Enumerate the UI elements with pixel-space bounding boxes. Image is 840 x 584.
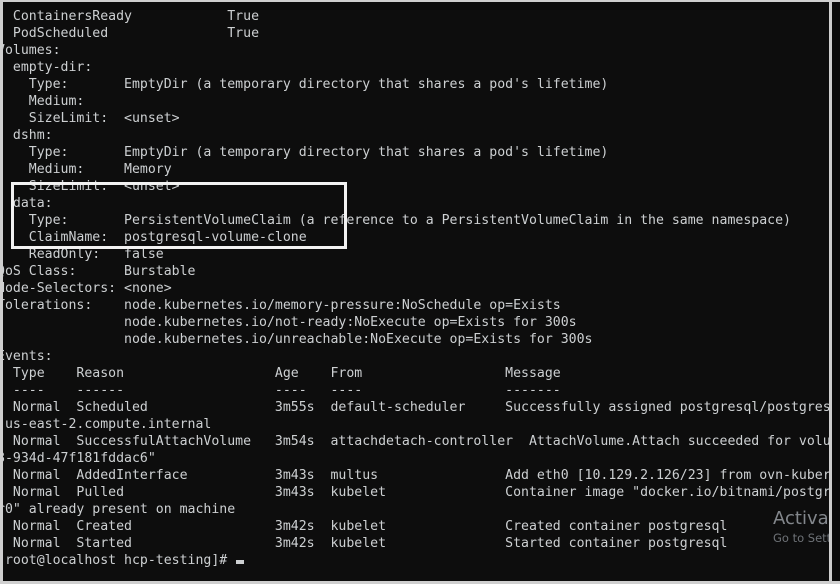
terminal-line: Normal SuccessfulAttachVolume 3m54s atta…	[0, 433, 829, 450]
terminal-line: dshm:	[0, 127, 53, 144]
terminal-line: Events:	[0, 348, 53, 365]
terminal-line: 8-934d-47f181fddac6"	[0, 450, 156, 467]
terminal-line: Normal Created 3m42s kubelet Created con…	[0, 518, 727, 535]
terminal-line: Normal Started 3m42s kubelet Started con…	[0, 535, 727, 552]
shell-prompt-line[interactable]: [root@localhost hcp-testing]#	[0, 552, 244, 569]
terminal-line: SizeLimit: <unset>	[0, 110, 180, 127]
window-right-border	[829, 2, 832, 584]
terminal-line: node.kubernetes.io/unreachable:NoExecute…	[0, 331, 592, 348]
terminal-line: ReadOnly: false	[0, 246, 164, 263]
terminal-line: Normal Scheduled 3m55s default-scheduler…	[0, 399, 829, 416]
terminal-window[interactable]: ContainersReady True PodScheduled True V…	[0, 0, 840, 584]
terminal-line: Type: PersistentVolumeClaim (a reference…	[0, 212, 791, 229]
terminal-screen[interactable]: ContainersReady True PodScheduled True V…	[0, 2, 829, 584]
terminal-line: Normal Pulled 3m43s kubelet Container im…	[0, 484, 829, 501]
shell-prompt-text: [root@localhost hcp-testing]#	[0, 553, 235, 568]
terminal-line: ClaimName: postgresql-volume-clone	[0, 229, 307, 246]
terminal-line: Type Reason Age From Message	[0, 365, 561, 382]
terminal-line: node.kubernetes.io/not-ready:NoExecute o…	[0, 314, 577, 331]
window-right-gap	[832, 2, 840, 584]
terminal-line: PodScheduled True	[0, 25, 267, 42]
terminal-line: Volumes:	[0, 42, 61, 59]
terminal-line: r0" already present on machine	[0, 501, 235, 518]
terminal-line: SizeLimit: <unset>	[0, 178, 180, 195]
terminal-line: Medium: Memory	[0, 161, 172, 178]
terminal-line: data:	[0, 195, 53, 212]
terminal-line: ContainersReady True	[0, 8, 267, 25]
terminal-line: Tolerations: node.kubernetes.io/memory-p…	[0, 297, 561, 314]
terminal-line: ---- ------ ---- ---- -------	[0, 382, 561, 399]
terminal-line: Type: EmptyDir (a temporary directory th…	[0, 144, 608, 161]
terminal-line: .us-east-2.compute.internal	[0, 416, 211, 433]
terminal-line: Node-Selectors: <none>	[0, 280, 172, 297]
terminal-line: Type: EmptyDir (a temporary directory th…	[0, 76, 608, 93]
terminal-line: Medium:	[0, 93, 84, 110]
terminal-line: QoS Class: Burstable	[0, 263, 196, 280]
terminal-line: empty-dir:	[0, 59, 92, 76]
block-cursor-icon	[236, 560, 244, 564]
terminal-line: Normal AddedInterface 3m43s multus Add e…	[0, 467, 829, 484]
